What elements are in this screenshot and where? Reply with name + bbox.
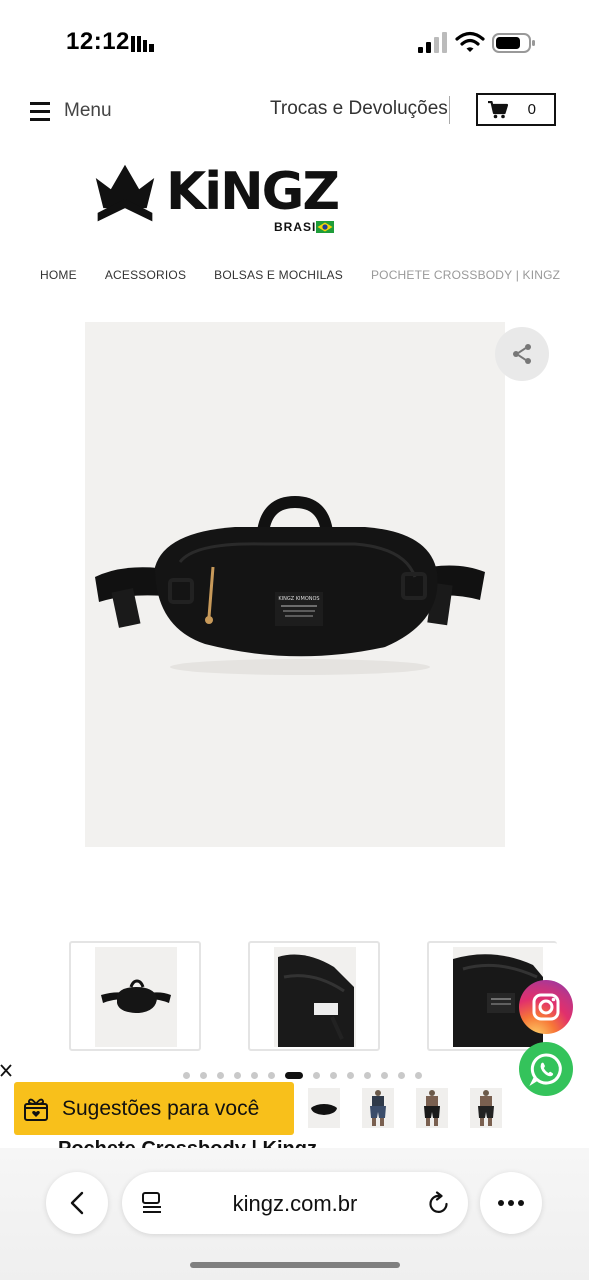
home-indicator xyxy=(190,1262,400,1268)
product-main-image[interactable]: KINGZ KIMONOS xyxy=(85,322,505,847)
chevron-left-icon xyxy=(70,1191,84,1215)
breadcrumb-bolsas[interactable]: BOLSAS E MOCHILAS xyxy=(214,268,343,282)
brazil-flag-icon xyxy=(316,221,334,233)
gallery-thumbnail[interactable] xyxy=(69,941,201,1051)
waist-bag-image: KINGZ KIMONOS xyxy=(95,495,485,675)
gallery-pagination xyxy=(183,1071,432,1079)
site-logo[interactable]: KiNGZ BRASIL xyxy=(92,160,342,238)
pagination-dot[interactable] xyxy=(381,1071,388,1079)
pagination-dot[interactable] xyxy=(330,1071,337,1079)
share-button[interactable] xyxy=(495,327,549,381)
gift-heart-icon xyxy=(24,1098,48,1121)
bag-suggestion-image xyxy=(311,1104,337,1115)
wifi-icon xyxy=(455,31,485,52)
gallery-thumbnail[interactable] xyxy=(248,941,380,1051)
shorts-suggestion-image xyxy=(478,1090,494,1126)
instagram-button[interactable] xyxy=(519,980,573,1034)
battery-icon xyxy=(492,33,535,53)
activity-icon xyxy=(131,36,154,52)
reload-icon[interactable] xyxy=(428,1191,450,1215)
pagination-dot[interactable] xyxy=(217,1071,224,1079)
crown-icon xyxy=(95,164,155,222)
shorts-suggestion-image xyxy=(370,1090,386,1126)
breadcrumb-acessorios[interactable]: ACESSORIOS xyxy=(105,268,186,282)
close-icon[interactable] xyxy=(0,1062,14,1080)
share-icon xyxy=(513,344,531,364)
shorts-suggestion-image xyxy=(424,1090,440,1126)
whatsapp-button[interactable] xyxy=(519,1042,573,1096)
header-divider xyxy=(449,96,450,124)
more-icon xyxy=(498,1200,524,1206)
hamburger-icon xyxy=(30,101,52,121)
url-text: kingz.com.br xyxy=(232,1191,358,1216)
pagination-dot[interactable] xyxy=(200,1071,207,1079)
pagination-dot[interactable] xyxy=(364,1071,371,1079)
signal-icon xyxy=(418,32,447,53)
suggestions-button[interactable]: Sugestões para você xyxy=(14,1082,294,1135)
suggestion-thumbnail[interactable] xyxy=(308,1088,340,1128)
breadcrumb: HOME ACESSORIOS BOLSAS E MOCHILAS POCHET… xyxy=(40,268,560,282)
pagination-dot[interactable] xyxy=(268,1071,275,1079)
more-button[interactable] xyxy=(480,1172,542,1234)
address-bar[interactable]: kingz.com.br xyxy=(122,1172,468,1234)
back-button[interactable] xyxy=(46,1172,108,1234)
menu-label: Menu xyxy=(64,100,112,121)
cart-count: 0 xyxy=(527,101,536,118)
returns-link[interactable]: Trocas e Devoluções xyxy=(270,98,448,120)
breadcrumb-current: POCHETE CROSSBODY | KINGZ xyxy=(370,268,561,282)
pagination-dot[interactable] xyxy=(234,1071,241,1079)
bag-detail-thumbnail-image xyxy=(278,954,354,1047)
suggestions-label: Sugestões para você xyxy=(62,1096,260,1120)
pagination-dot[interactable] xyxy=(313,1071,320,1079)
pagination-dot-active[interactable] xyxy=(285,1071,303,1079)
bag-label: KINGZ KIMONOS xyxy=(278,596,319,602)
pagination-dot[interactable] xyxy=(415,1071,422,1079)
logo-brand: KiNGZ xyxy=(166,162,340,222)
breadcrumb-home[interactable]: HOME xyxy=(40,268,77,282)
menu-button[interactable]: Menu xyxy=(30,96,112,126)
suggestion-thumbnail[interactable] xyxy=(416,1088,448,1128)
pagination-dot[interactable] xyxy=(183,1071,190,1079)
site-header: Menu Trocas e Devoluções 0 xyxy=(0,88,589,134)
cart-button[interactable]: 0 xyxy=(476,93,556,126)
status-bar: 12:12 xyxy=(0,0,589,80)
pagination-dot[interactable] xyxy=(251,1071,258,1079)
cart-icon xyxy=(488,100,508,118)
status-time: 12:12 xyxy=(66,28,130,55)
pagination-dot[interactable] xyxy=(347,1071,354,1079)
suggestion-thumbnail[interactable] xyxy=(362,1088,394,1128)
bag-thumbnail-image xyxy=(101,979,171,1013)
suggestion-thumbnail[interactable] xyxy=(470,1088,502,1128)
whatsapp-icon xyxy=(529,1053,562,1087)
pagination-dot[interactable] xyxy=(398,1071,405,1079)
instagram-icon xyxy=(532,993,560,1021)
